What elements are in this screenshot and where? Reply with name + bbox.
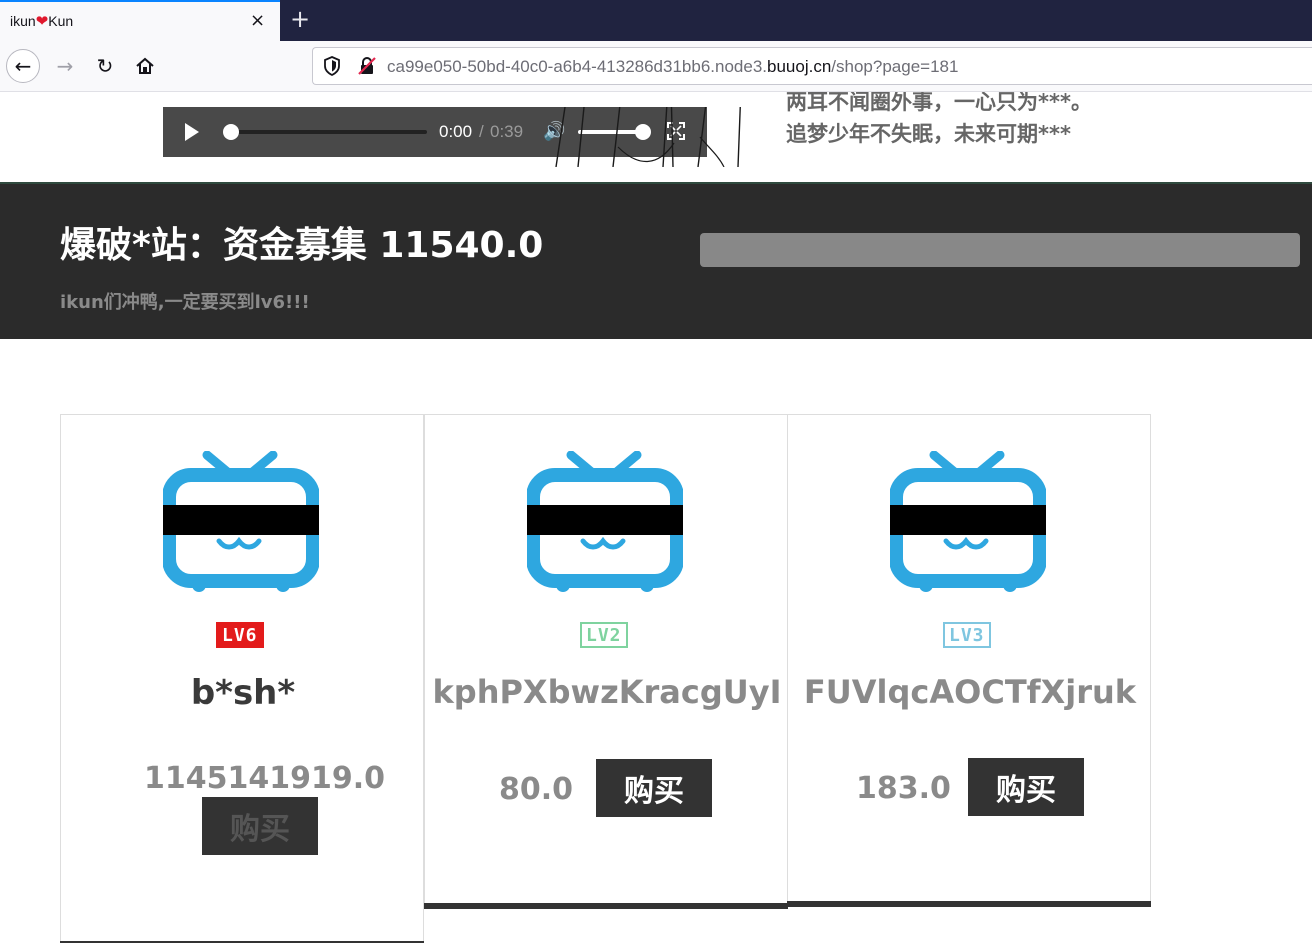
tab-title-suffix: Kun bbox=[48, 13, 74, 29]
buy-button[interactable]: 购买 bbox=[596, 759, 712, 817]
back-button[interactable]: ← bbox=[6, 49, 40, 83]
buy-button[interactable]: 购买 bbox=[202, 797, 318, 855]
banner-subtitle: ikun们冲鸭,一定要买到lv6!!! bbox=[60, 292, 310, 313]
product-name: FUVlqcAOCTfXjruk bbox=[803, 673, 1137, 711]
reload-icon: ↻ bbox=[96, 54, 114, 78]
product-price: 183.0 bbox=[856, 771, 951, 806]
url-text[interactable]: ca99e050-50bd-40c0-a6b4-413286d31bb6.nod… bbox=[387, 57, 958, 77]
progress-track[interactable] bbox=[227, 130, 427, 134]
product-name: kphPXbwzKracgUyI bbox=[432, 673, 782, 711]
url-bar[interactable]: ca99e050-50bd-40c0-a6b4-413286d31bb6.nod… bbox=[312, 47, 1312, 85]
current-time: 0:00 bbox=[439, 122, 473, 141]
tab-title: ikun❤Kun bbox=[10, 12, 73, 30]
banner-title: 爆破*站：资金募集 11540.0 bbox=[60, 225, 544, 266]
tv-logo-icon bbox=[163, 451, 319, 592]
tab-title-text: ikun bbox=[10, 13, 36, 29]
product-card: LV6 b*sh* 1145141919.0 购买 bbox=[60, 414, 424, 943]
lyric-line: 追梦少年不失眠，未来可期*** bbox=[786, 122, 1071, 146]
tv-logo-icon bbox=[890, 451, 1046, 592]
level-badge: LV6 bbox=[216, 622, 264, 648]
play-icon[interactable] bbox=[185, 123, 199, 141]
buy-button[interactable]: 购买 bbox=[968, 758, 1084, 816]
volume-slider[interactable] bbox=[578, 130, 643, 134]
audio-player: 0:00 / 0:39 🔊 bbox=[163, 107, 741, 167]
total-time: 0:39 bbox=[490, 122, 524, 141]
card-bottom-bar bbox=[787, 901, 1151, 907]
volume-icon[interactable]: 🔊 bbox=[543, 121, 565, 142]
level-badge: LV3 bbox=[943, 622, 991, 648]
heart-icon: ❤ bbox=[35, 13, 49, 30]
product-card: LV3 FUVlqcAOCTfXjruk 183.0 购买 bbox=[787, 414, 1151, 907]
page-content: 0:00 / 0:39 🔊 两耳不闻圈外事，一心只为***。 追梦少年不失眠，未… bbox=[0, 92, 1312, 943]
funding-progress-bar bbox=[700, 233, 1300, 267]
product-card: LV2 kphPXbwzKracgUyI 80.0 购买 bbox=[424, 414, 788, 909]
nav-bar: ← → ↻ ca99e050-50bd-40c0-a6b4-413286d31b… bbox=[0, 41, 1312, 92]
new-tab-button[interactable]: + bbox=[290, 6, 310, 32]
tab-bar: ikun❤Kun × + bbox=[0, 0, 1312, 41]
close-tab-icon[interactable]: × bbox=[250, 10, 265, 31]
arrow-left-icon: ← bbox=[14, 54, 32, 78]
browser-tab[interactable]: ikun❤Kun × bbox=[0, 0, 280, 41]
lyric-line: 两耳不闻圈外事，一心只为***。 bbox=[786, 92, 1092, 114]
level-badge: LV2 bbox=[580, 622, 628, 648]
tv-logo-icon bbox=[527, 451, 683, 592]
fullscreen-icon[interactable] bbox=[667, 122, 685, 140]
shield-icon[interactable] bbox=[323, 56, 341, 76]
progress-handle[interactable] bbox=[223, 124, 239, 140]
volume-handle[interactable] bbox=[635, 124, 651, 140]
home-button[interactable] bbox=[128, 49, 162, 83]
url-prefix: ca99e050-50bd-40c0-a6b4-413286d31bb6.nod… bbox=[387, 57, 768, 76]
url-path: /shop?page=181 bbox=[831, 57, 959, 76]
product-price: 1145141919.0 bbox=[144, 761, 386, 796]
product-name: b*sh* bbox=[190, 673, 296, 713]
url-domain: buuoj.cn bbox=[767, 57, 832, 76]
time-separator: / bbox=[479, 122, 484, 141]
card-bottom-bar bbox=[424, 903, 788, 909]
forward-button[interactable]: → bbox=[48, 49, 82, 83]
banner: 爆破*站：资金募集 11540.0 ikun们冲鸭,一定要买到lv6!!! bbox=[0, 182, 1312, 339]
product-price: 80.0 bbox=[499, 772, 574, 807]
reload-button[interactable]: ↻ bbox=[88, 49, 122, 83]
home-icon bbox=[136, 57, 154, 74]
arrow-right-icon: → bbox=[56, 54, 74, 78]
insecure-lock-icon[interactable] bbox=[357, 56, 377, 76]
